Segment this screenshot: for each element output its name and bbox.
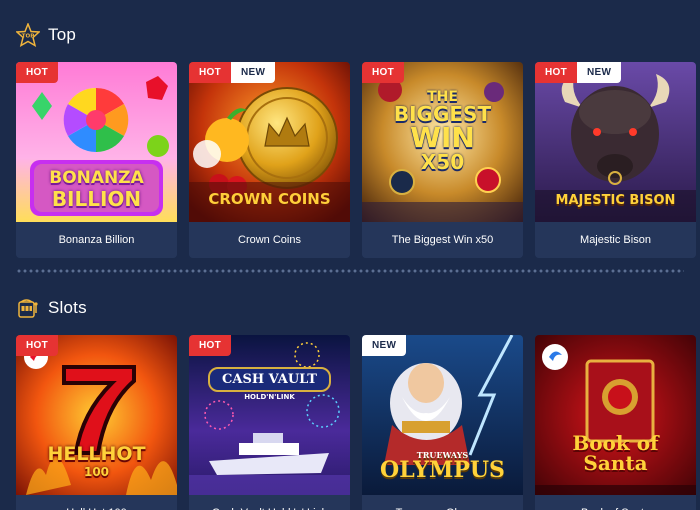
game-card-crown-coins[interactable]: CROWN COINS HOT NEW Crown Coins	[189, 62, 350, 258]
new-badge: NEW	[231, 62, 276, 83]
game-name[interactable]: Trueways Olympus	[362, 495, 523, 510]
game-card-book-of-santa[interactable]: Book of Santa Book of Santa	[535, 335, 696, 510]
game-card-bonanza-billion[interactable]: BONANZA BILLION HOT Bonanza Billion	[16, 62, 177, 258]
badge-group: NEW	[362, 335, 407, 356]
badge-group: HOT NEW	[189, 62, 276, 83]
game-thumbnail[interactable]: HELLHOT 100	[16, 335, 177, 495]
game-logo-text: MAJESTIC BISON	[555, 193, 676, 208]
game-card-cash-vault[interactable]: CASH VAULT HOLD'N'LINK HOT Cash Vault Ho…	[189, 335, 350, 510]
game-thumbnail[interactable]: BONANZA BILLION	[16, 62, 177, 222]
game-name[interactable]: Bonanza Billion	[16, 222, 177, 258]
new-badge: NEW	[577, 62, 622, 83]
badge-group: HOT	[16, 335, 59, 356]
game-name[interactable]: Book of Santa	[535, 495, 696, 510]
badge-group: HOT	[189, 335, 232, 356]
section-divider	[16, 269, 684, 273]
cash-vault-art	[189, 335, 350, 495]
game-thumbnail[interactable]: THE BIGGEST WIN X50	[362, 62, 523, 222]
game-thumbnail[interactable]: CROWN COINS	[189, 62, 350, 222]
badge-group: HOT NEW	[535, 62, 622, 83]
game-thumbnail[interactable]: TRUEWAYS OLYMPUS	[362, 335, 523, 495]
game-logo-text: BONANZA BILLION	[49, 168, 144, 211]
game-card-hell-hot-100[interactable]: HELLHOT 100 HOT Hell Hot 100	[16, 335, 177, 510]
badge-group: HOT	[362, 62, 405, 83]
game-logo-text: TRUEWAYS OLYMPUS	[380, 450, 505, 483]
game-name[interactable]: The Biggest Win x50	[362, 222, 523, 258]
game-name[interactable]: Crown Coins	[189, 222, 350, 258]
badge-group: HOT	[16, 62, 59, 83]
hot-badge: HOT	[189, 335, 232, 356]
hot-badge: HOT	[362, 62, 405, 83]
game-name[interactable]: Majestic Bison	[535, 222, 696, 258]
game-thumbnail[interactable]: CASH VAULT HOLD'N'LINK	[189, 335, 350, 495]
game-card-trueways-olympus[interactable]: TRUEWAYS OLYMPUS NEW Trueways Olympus	[362, 335, 523, 510]
hot-badge: HOT	[16, 62, 59, 83]
section-header-slots: Slots	[16, 293, 87, 323]
game-thumbnail[interactable]: MAJESTIC BISON	[535, 62, 696, 222]
section-header-top: TOP Top	[16, 20, 76, 50]
new-badge: NEW	[362, 335, 407, 356]
game-name[interactable]: Cash Vault Hold 'n' Link	[189, 495, 350, 510]
top-star-icon: TOP	[16, 23, 40, 47]
game-row-top: BONANZA BILLION HOT Bonanza Billion CROW…	[16, 62, 696, 258]
game-logo-text: HELLHOT 100	[47, 443, 146, 479]
game-logo-text: THE BIGGEST WIN X50	[393, 89, 492, 174]
game-row-slots: HELLHOT 100 HOT Hell Hot 100	[16, 335, 696, 510]
hot-badge: HOT	[189, 62, 232, 83]
game-logo-text: Book of Santa	[572, 431, 659, 475]
svg-text:TOP: TOP	[22, 34, 34, 40]
game-logo-text: CROWN COINS	[208, 190, 331, 208]
section-title: Slots	[48, 298, 87, 317]
game-card-majestic-bison[interactable]: MAJESTIC BISON HOT NEW Majestic Bison	[535, 62, 696, 258]
hot-badge: HOT	[16, 335, 59, 356]
slot-machine-icon	[16, 296, 40, 320]
game-thumbnail[interactable]: Book of Santa	[535, 335, 696, 495]
game-name[interactable]: Hell Hot 100	[16, 495, 177, 510]
game-logo-text: CASH VAULT HOLD'N'LINK	[189, 367, 350, 401]
game-card-the-biggest-win-x50[interactable]: THE BIGGEST WIN X50 HOT The Biggest Win …	[362, 62, 523, 258]
section-title: Top	[48, 25, 77, 44]
hot-badge: HOT	[535, 62, 578, 83]
